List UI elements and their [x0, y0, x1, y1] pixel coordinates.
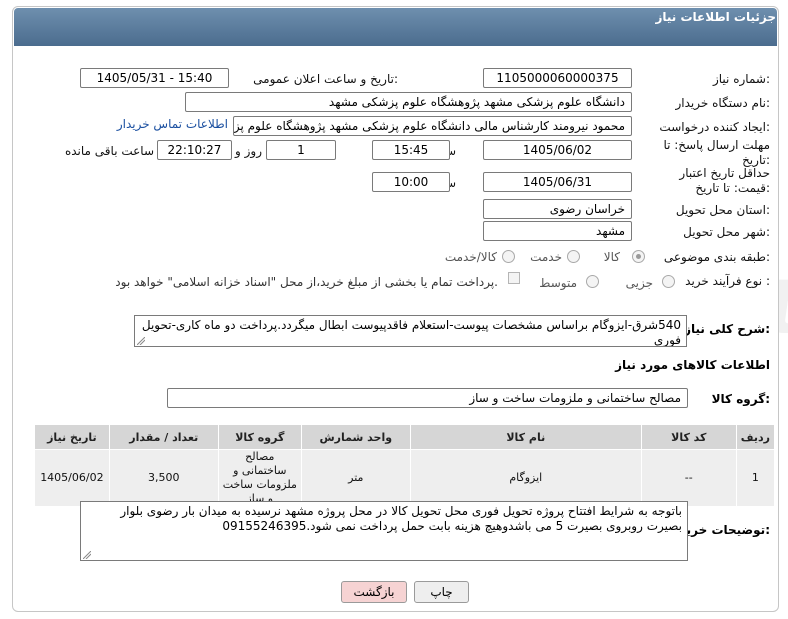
purchase-medium-radio[interactable]: [586, 275, 599, 288]
table-row: 1 -- ایزوگام متر مصالح ساختمانی و ملزوما…: [34, 449, 776, 507]
col-name: نام کالا: [409, 424, 642, 450]
col-group: گروه کالا: [217, 424, 302, 450]
category-label: طبقه بندی موضوعی:: [663, 250, 770, 264]
need-number-field: 1105000060000375: [483, 68, 632, 88]
cell-need-date: 1405/06/02: [34, 449, 110, 507]
price-validity-time-field: 10:00: [372, 172, 450, 192]
col-code: کد کالا: [640, 424, 737, 450]
category-both-label: کالا/خدمت: [444, 250, 497, 264]
description-text: 540شرق-ایزوگام براساس مشخصات پیوست-استعل…: [141, 318, 681, 347]
purchase-minor-radio[interactable]: [662, 275, 675, 288]
buyer-org-field: دانشگاه علوم پزشکی مشهد پژوهشگاه علوم پز…: [185, 92, 632, 112]
reply-time-field: 15:45: [372, 140, 450, 160]
purchase-minor-label: جزیی: [625, 276, 653, 290]
goods-section-title: اطلاعات کالاهای مورد نیاز: [615, 358, 770, 372]
purchase-type-label: نوع فرآیند خرید :: [685, 274, 770, 288]
category-service-radio[interactable]: [567, 250, 580, 263]
resize-grip-icon: [83, 551, 91, 559]
category-service-label: خدمت: [530, 250, 562, 264]
announce-date-field: 1405/05/31 - 15:40: [80, 68, 229, 88]
treasury-payment-checkbox[interactable]: [508, 272, 520, 284]
cell-code: --: [640, 449, 737, 507]
price-validity-date-field: 1405/06/31: [483, 172, 632, 192]
buyer-org-label: نام دستگاه خریدار:: [675, 96, 771, 110]
contact-info-link[interactable]: اطلاعات تماس خریدار: [117, 117, 228, 131]
category-goods-label: کالا: [603, 250, 620, 264]
buyer-notes-text: باتوجه به شرایط افتتاح پروژه تحویل فوری …: [120, 504, 682, 533]
remaining-time-field: 22:10:27: [157, 140, 232, 160]
panel-title: جزئیات اطلاعات نیاز: [655, 10, 776, 24]
purchase-medium-label: متوسط: [539, 276, 577, 290]
cell-row: 1: [735, 449, 776, 507]
reply-date-field: 1405/06/02: [483, 140, 632, 160]
back-button[interactable]: بازگشت: [341, 581, 407, 603]
goods-table: ردیف کد کالا نام کالا واحد شمارش گروه کا…: [34, 424, 776, 507]
remaining-time-label: ساعت باقی مانده: [64, 144, 154, 158]
cell-group: مصالح ساختمانی و ملزومات ساخت و ساز: [217, 449, 302, 507]
resize-grip-icon: [137, 337, 145, 345]
city-label: شهر محل تحویل:: [683, 225, 770, 239]
reply-deadline-label: مهلت ارسال پاسخ: تا تاریخ:: [663, 138, 770, 167]
announce-date-label: تاریخ و ساعت اعلان عمومی:: [253, 72, 398, 86]
description-textarea: 540شرق-ایزوگام براساس مشخصات پیوست-استعل…: [134, 315, 687, 347]
category-goods-radio[interactable]: [632, 250, 645, 263]
price-validity-label: حداقل تاریخ اعتبار قیمت: تا تاریخ:: [679, 166, 770, 195]
province-label: استان محل تحویل:: [675, 203, 770, 217]
treasury-payment-note: پرداخت تمام یا بخشی از مبلغ خرید،از محل …: [115, 275, 498, 289]
col-quantity: تعداد / مقدار: [108, 424, 219, 450]
need-number-label: شماره نیاز:: [712, 72, 770, 86]
description-label: شرح کلی نیاز:: [684, 322, 770, 336]
cell-unit: متر: [300, 449, 411, 507]
goods-table-header: ردیف کد کالا نام کالا واحد شمارش گروه کا…: [34, 424, 776, 450]
col-need-date: تاریخ نیاز: [34, 424, 110, 450]
category-both-radio[interactable]: [502, 250, 515, 263]
cell-name: ایزوگام: [409, 449, 642, 507]
cell-quantity: 3,500: [108, 449, 219, 507]
goods-group-field: مصالح ساختمانی و ملزومات ساخت و ساز: [167, 388, 688, 408]
col-unit: واحد شمارش: [300, 424, 411, 450]
days-label: روز و: [235, 144, 262, 158]
creator-label: ایجاد کننده درخواست:: [659, 120, 770, 134]
province-field: خراسان رضوی: [483, 199, 632, 219]
remaining-days-field: 1: [266, 140, 336, 160]
print-button[interactable]: چاپ: [414, 581, 469, 603]
creator-field: محمود نیرومند کارشناس مالی دانشگاه علوم …: [233, 116, 632, 136]
buyer-notes-textarea: باتوجه به شرایط افتتاح پروژه تحویل فوری …: [80, 501, 688, 561]
city-field: مشهد: [483, 221, 632, 241]
col-row: ردیف: [735, 424, 776, 450]
goods-group-label: گروه کالا:: [711, 392, 770, 406]
